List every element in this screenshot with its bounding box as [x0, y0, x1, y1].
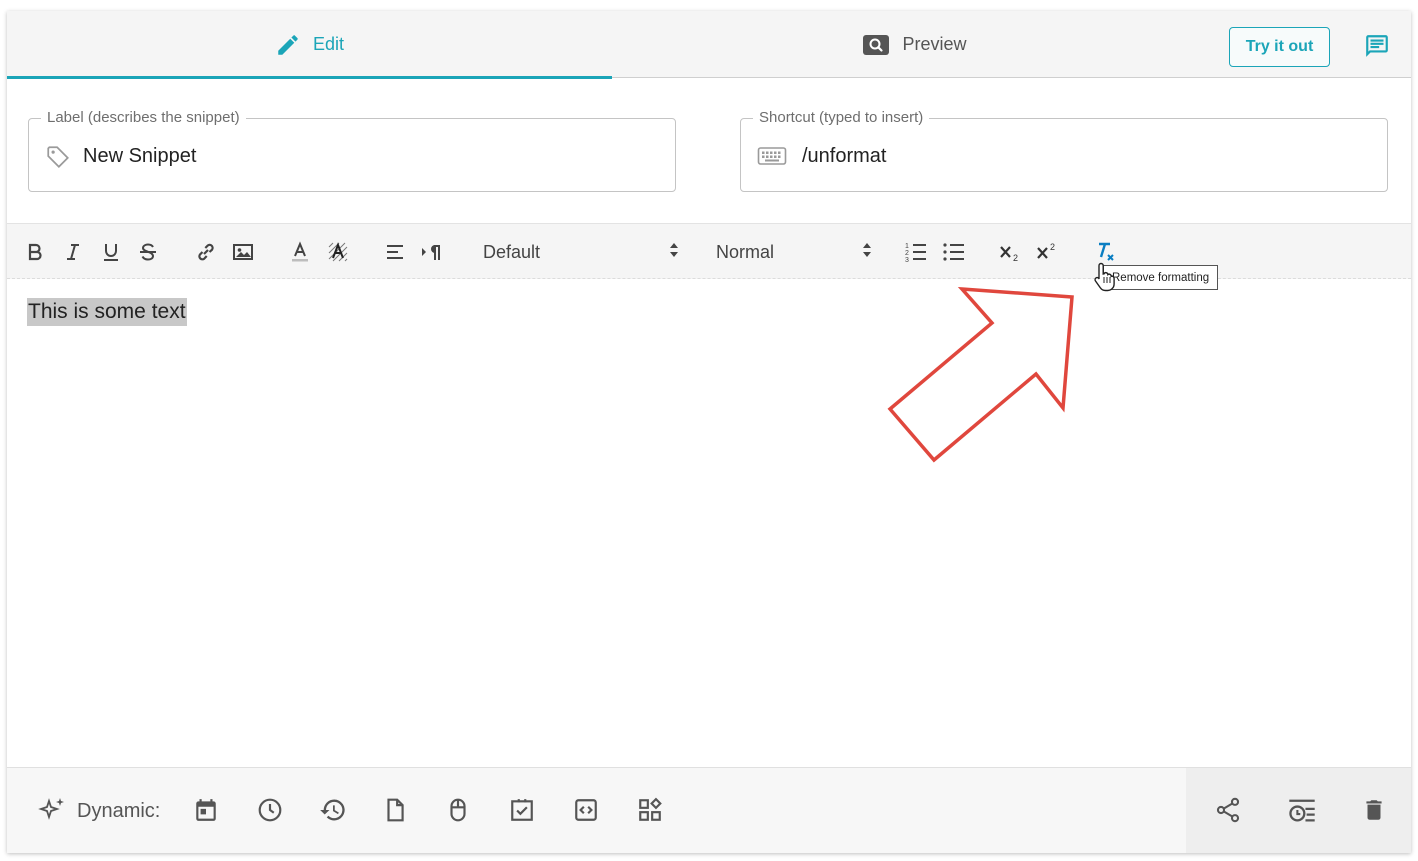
updown-caret-icon	[669, 242, 679, 263]
label-field[interactable]: Label (describes the snippet) New Snippe…	[28, 109, 676, 192]
font-size-select[interactable]: Normal	[716, 238, 872, 266]
shortcut-field[interactable]: Shortcut (typed to insert) /unformat	[740, 109, 1388, 192]
clock-icon[interactable]	[255, 795, 285, 825]
svg-text:2: 2	[1050, 242, 1055, 252]
tab-edit-label: Edit	[312, 34, 345, 54]
snippet-actions-panel	[1186, 768, 1411, 853]
svg-text:3: 3	[905, 257, 909, 263]
bullet-list-icon[interactable]	[942, 240, 966, 264]
link-icon[interactable]	[194, 240, 218, 264]
font-family-select[interactable]: Default	[483, 238, 679, 266]
tab-bar: Edit Preview Try it out	[7, 11, 1411, 79]
align-left-icon[interactable]	[383, 240, 407, 264]
shortcut-field-title: Shortcut (typed to insert)	[753, 109, 930, 127]
calendar-icon[interactable]	[191, 795, 221, 825]
feedback-chat-icon[interactable]	[1364, 33, 1390, 64]
background-color-icon[interactable]	[326, 240, 350, 264]
shortcut-input[interactable]: /unformat	[802, 144, 886, 168]
tab-preview[interactable]: Preview	[612, 11, 1217, 78]
preview-search-icon	[862, 33, 890, 57]
strikethrough-icon[interactable]	[136, 240, 160, 264]
dynamic-label: Dynamic:	[77, 800, 161, 822]
updown-caret-icon	[862, 242, 872, 263]
tab-preview-label: Preview	[902, 34, 967, 54]
keyboard-icon	[757, 144, 787, 173]
history-icon[interactable]	[318, 795, 348, 825]
widgets-icon[interactable]	[635, 795, 665, 825]
snippet-editor-card: Edit Preview Try it out Label (describes…	[7, 11, 1411, 853]
ordered-list-icon[interactable]: 123	[904, 240, 928, 264]
selected-text[interactable]: This is some text	[27, 298, 187, 326]
svg-text:2: 2	[1013, 253, 1018, 263]
subscript-icon[interactable]: 2	[999, 240, 1023, 264]
editor-area[interactable]: This is some text	[7, 280, 1411, 767]
hand-cursor-icon	[1094, 262, 1115, 292]
delete-icon[interactable]	[1359, 795, 1389, 825]
bottom-bar: Dynamic:	[7, 767, 1411, 853]
italic-icon[interactable]	[61, 240, 85, 264]
text-direction-icon[interactable]	[420, 240, 444, 264]
svg-text:2: 2	[905, 250, 909, 257]
font-size-value: Normal	[716, 241, 775, 262]
label-input[interactable]: New Snippet	[83, 144, 196, 168]
file-icon[interactable]	[380, 795, 410, 825]
svg-text:1: 1	[905, 243, 909, 250]
bold-icon[interactable]	[23, 240, 47, 264]
pencil-icon	[275, 32, 301, 58]
try-it-out-button[interactable]: Try it out	[1229, 27, 1330, 67]
font-family-value: Default	[483, 241, 541, 262]
tab-edit[interactable]: Edit	[7, 11, 612, 79]
sparkle-icon	[37, 795, 67, 825]
share-icon[interactable]	[1213, 795, 1243, 825]
code-block-icon[interactable]	[571, 795, 601, 825]
mouse-icon[interactable]	[443, 795, 473, 825]
tag-icon	[45, 144, 71, 175]
remove-formatting-tooltip: Remove formatting	[1103, 265, 1219, 290]
image-icon[interactable]	[231, 240, 255, 264]
schedule-list-icon[interactable]	[1287, 795, 1317, 825]
superscript-icon[interactable]: 2	[1036, 240, 1060, 264]
label-field-title: Label (describes the snippet)	[41, 109, 246, 127]
underline-icon[interactable]	[99, 240, 123, 264]
checkbox-icon[interactable]	[507, 795, 537, 825]
annotation-arrow	[887, 286, 1074, 463]
text-color-icon[interactable]	[288, 240, 312, 264]
